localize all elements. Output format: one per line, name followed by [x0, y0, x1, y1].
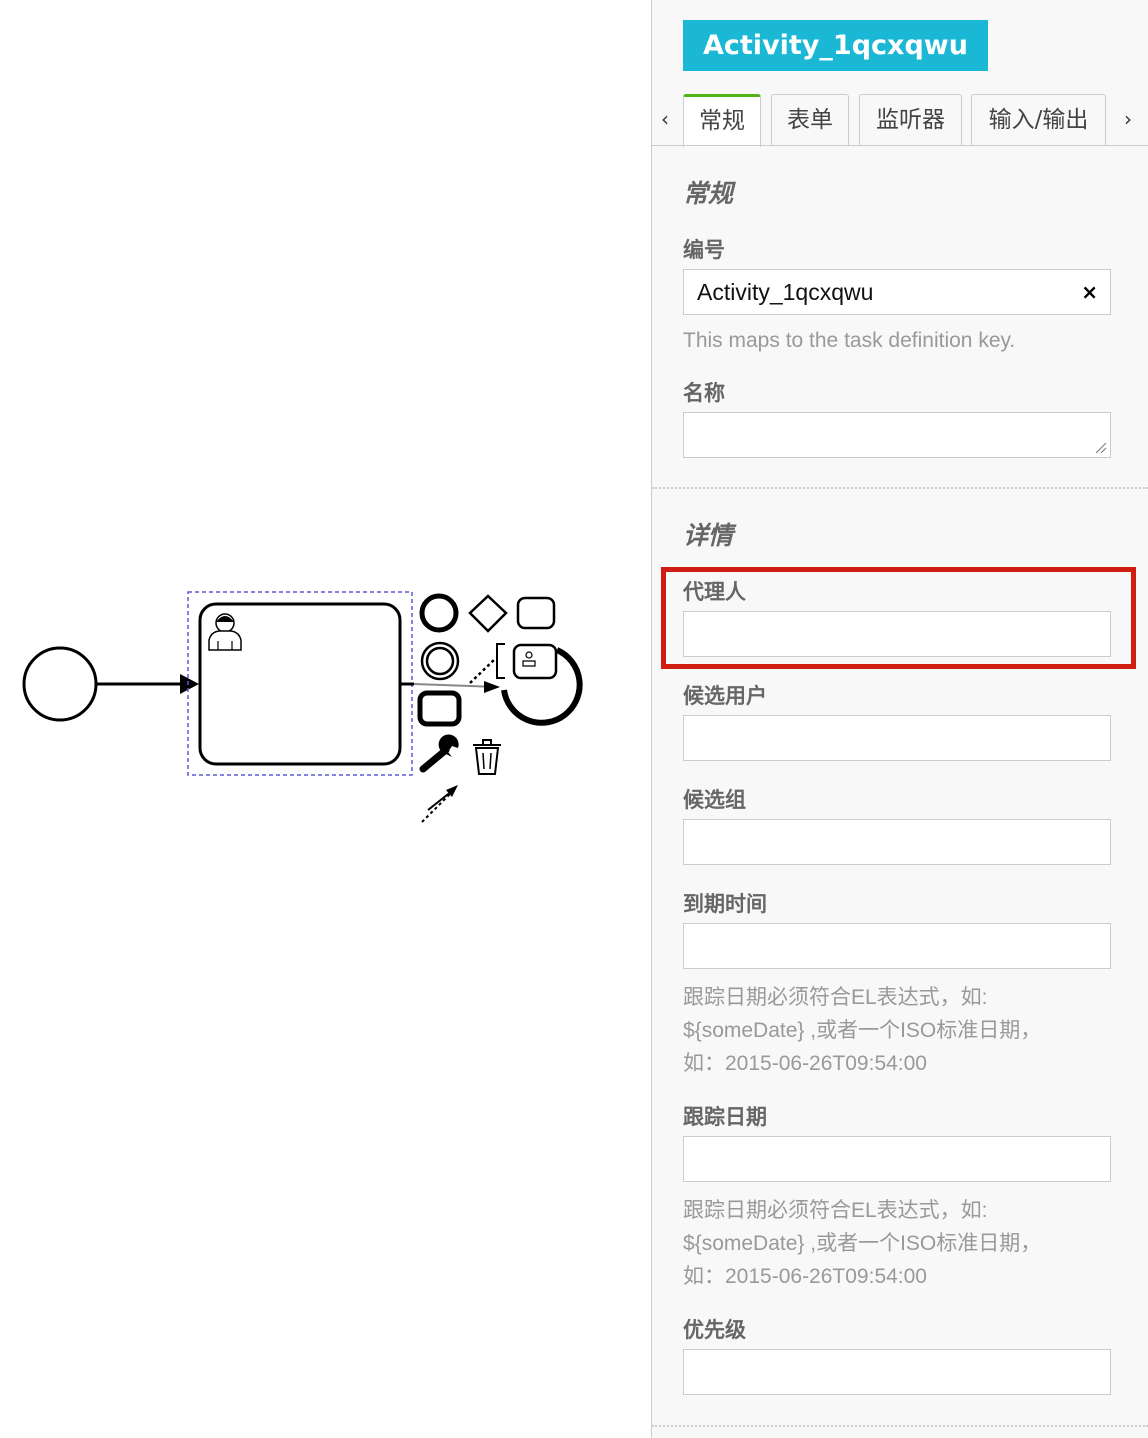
clear-id-button[interactable]: × [1081, 270, 1098, 314]
append-end-event-icon[interactable] [419, 593, 459, 633]
context-pad [413, 593, 583, 823]
due-date-label: 到期时间 [683, 892, 767, 916]
id-field[interactable]: Activity_1qcxqwu × [683, 269, 1111, 315]
append-gateway-icon[interactable] [468, 594, 508, 633]
change-type-user-task-icon[interactable] [512, 643, 558, 680]
due-date-description: 跟踪日期必须符合EL表达式，如: ${someDate} ,或者一个ISO标准日… [683, 981, 1103, 1080]
append-task-icon[interactable] [516, 596, 556, 630]
append-text-annotation-icon[interactable] [469, 643, 505, 684]
tabs-scroll-right-icon[interactable]: › [1118, 106, 1138, 132]
name-textarea[interactable] [683, 412, 1111, 458]
tab-input-output[interactable]: 输入/输出 [971, 94, 1106, 145]
candidate-users-field[interactable] [683, 715, 1111, 761]
id-label: 编号 [683, 238, 725, 262]
due-date-description-line-3: 如：2015-06-26T09:54:00 [683, 1052, 927, 1075]
candidate-groups-label: 候选组 [683, 788, 746, 812]
delete-trash-icon[interactable] [473, 739, 501, 775]
tabs-scroll-left-icon[interactable]: ‹ [655, 106, 675, 132]
start-event[interactable] [22, 646, 98, 722]
follow-up-date-description: 跟踪日期必须符合EL表达式，如: ${someDate} ,或者一个ISO标准日… [683, 1194, 1103, 1293]
bpmn-diagram [22, 591, 583, 823]
user-task[interactable] [198, 602, 414, 766]
tab-form[interactable]: 表单 [771, 94, 849, 145]
group-divider [652, 487, 1148, 489]
id-description: This maps to the task definition key. [683, 329, 1016, 352]
assignee-highlight-box [661, 567, 1136, 669]
follow-up-description-line-2: ${someDate} ,或者一个ISO标准日期， [683, 1232, 1042, 1255]
candidate-users-label: 候选用户 [683, 684, 767, 708]
follow-up-date-field[interactable] [683, 1136, 1111, 1182]
diagram-canvas[interactable] [0, 0, 651, 1438]
append-subprocess-icon[interactable] [417, 690, 462, 727]
id-field-value: Activity_1qcxqwu [697, 279, 874, 305]
append-intermediate-event-icon[interactable] [420, 641, 460, 681]
priority-field[interactable] [683, 1349, 1111, 1395]
properties-panel: Activity_1qcxqwu ‹ 常规 表单 监听器 输入/输出 › 常规 … [651, 0, 1148, 1438]
follow-up-description-line-1: 跟踪日期必须符合EL表达式，如: [683, 1199, 988, 1222]
due-date-field[interactable] [683, 923, 1111, 969]
priority-label: 优先级 [683, 1318, 746, 1342]
candidate-groups-field[interactable] [683, 819, 1111, 865]
follow-up-date-label: 跟踪日期 [683, 1105, 767, 1129]
tab-general[interactable]: 常规 [683, 94, 761, 147]
element-id-title: Activity_1qcxqwu [683, 20, 988, 71]
connect-arrow-icon[interactable] [421, 785, 458, 823]
follow-up-description-line-3: 如：2015-06-26T09:54:00 [683, 1265, 927, 1288]
due-date-description-line-2: ${someDate} ,或者一个ISO标准日期， [683, 1019, 1042, 1042]
name-label: 名称 [683, 381, 725, 405]
group-divider-bottom [652, 1425, 1148, 1427]
due-date-description-line-1: 跟踪日期必须符合EL表达式，如: [683, 986, 988, 1009]
resize-grip-icon[interactable] [1095, 442, 1107, 454]
tab-listeners[interactable]: 监听器 [859, 94, 962, 145]
sequence-flow[interactable] [96, 674, 199, 694]
wrench-icon[interactable] [419, 734, 459, 773]
group-title-general: 常规 [683, 179, 734, 208]
tabs-divider [652, 145, 1148, 146]
group-title-details: 详情 [683, 521, 734, 550]
